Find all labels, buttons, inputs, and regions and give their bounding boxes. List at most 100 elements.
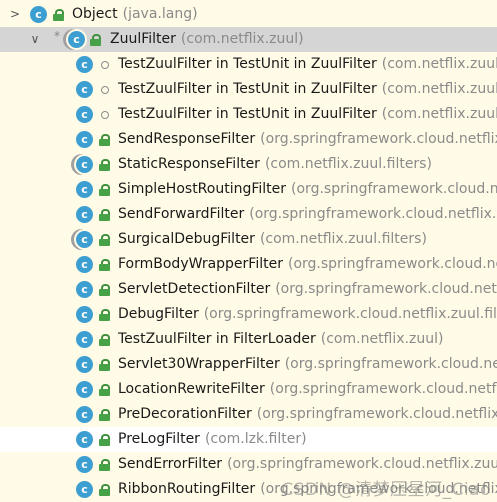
class-icon: c [76, 406, 93, 423]
package-name: (com.netflix.zuul) [320, 331, 444, 347]
class-icon: c [76, 106, 93, 123]
class-icon: c [76, 456, 93, 473]
package-name: (org.springframework.cloud.netflix.zuul.… [249, 206, 497, 222]
package-private-icon [101, 111, 109, 119]
package-name: (java.lang) [122, 6, 198, 22]
package-name: (com.netflix.zuul.filters) [259, 231, 427, 247]
class-icon: c [76, 81, 93, 98]
tree-node-label: FormBodyWrapperFilter (org.springframewor… [118, 252, 497, 277]
tree-node-label: TestZuulFilter in TestUnit in ZuulFilter… [118, 77, 497, 102]
tree-row-subclass[interactable]: c TestZuulFilter in TestUnit in ZuulFilte… [0, 77, 497, 102]
public-lock-icon [99, 184, 110, 196]
package-private-icon [101, 86, 109, 94]
public-lock-icon [99, 384, 110, 396]
class-icon: c [76, 206, 93, 223]
package-name: (org.springframework.cloud.netflix.zuul.… [284, 356, 497, 372]
tree-node-label: PreDecorationFilter (org.springframework.… [118, 402, 497, 427]
public-lock-icon [99, 459, 110, 471]
public-lock-icon [99, 359, 110, 371]
tree-row-subclass[interactable]: c PreLogFilter (com.lzk.filter) [0, 427, 497, 452]
tree-row-subclass[interactable]: c TestZuulFilter in TestUnit in ZuulFilte… [0, 52, 497, 77]
watermark: CSDN @清梦压星河_Ciao [281, 480, 491, 500]
tree-node-label: SendForwardFilter (org.springframework.cl… [118, 202, 497, 227]
tree-node-label: SimpleHostRoutingFilter (org.springframew… [118, 177, 497, 202]
tree-node-label: DebugFilter (org.springframework.cloud.ne… [118, 302, 497, 327]
class-name: TestZuulFilter in FilterLoader [118, 331, 316, 347]
public-lock-icon [99, 484, 110, 496]
tree-node-label: SendResponseFilter (org.springframework.c… [118, 127, 497, 152]
tree-node-label: StaticResponseFilter (com.netflix.zuul.fi… [118, 152, 432, 177]
tree-row-subclass[interactable]: c TestZuulFilter in FilterLoader (com.netf… [0, 327, 497, 352]
tree-node-label: TestZuulFilter in TestUnit in ZuulFilter… [118, 52, 497, 77]
public-lock-icon [99, 334, 110, 346]
class-icon: c [76, 231, 93, 248]
class-name: TestZuulFilter in TestUnit in ZuulFilter [118, 81, 377, 97]
tree-node-label: ZuulFilter (com.netflix.zuul) [110, 27, 304, 52]
chevron-down-icon[interactable]: ∨ [28, 27, 42, 52]
class-icon: c [76, 381, 93, 398]
tree-row-root[interactable]: > c Object (java.lang) [0, 2, 497, 27]
class-hierarchy-tree: { "root": {"name": "Object", "package": … [0, 0, 497, 502]
public-lock-icon [99, 284, 110, 296]
class-name: SimpleHostRoutingFilter [118, 181, 287, 197]
package-name: (org.springframework.cloud.netflix.zuul.… [256, 406, 497, 422]
star-icon: * [54, 29, 60, 43]
class-icon: c [30, 6, 47, 23]
tree-row-subclass[interactable]: c PreDecorationFilter (org.springframework… [0, 402, 497, 427]
tree-row-subclass[interactable]: c StaticResponseFilter (com.netflix.zuul.f… [0, 152, 497, 177]
package-name: (org.springframework.cloud.netflix.zuul.… [203, 306, 497, 322]
public-lock-icon [99, 409, 110, 421]
public-lock-icon [99, 259, 110, 271]
class-name: SurgicalDebugFilter [118, 231, 255, 247]
public-lock-icon [53, 9, 64, 21]
tree-row-subclass[interactable]: c DebugFilter (org.springframework.cloud.n… [0, 302, 497, 327]
tree-node-label: TestZuulFilter in TestUnit in ZuulFilter… [118, 102, 497, 127]
class-name: ZuulFilter [110, 31, 176, 47]
public-lock-icon [99, 434, 110, 446]
tree-row-subclass[interactable]: c SendResponseFilter (org.springframework.… [0, 127, 497, 152]
package-name: (org.springframework.cloud.netflix.zuul.… [275, 281, 497, 297]
tree-row-subclass[interactable]: c ServletDetectionFilter (org.springframew… [0, 277, 497, 302]
class-name: DebugFilter [118, 306, 199, 322]
public-lock-icon [99, 159, 110, 171]
tree-node-label: Object (java.lang) [72, 2, 198, 27]
class-icon: c [76, 331, 93, 348]
public-lock-icon [99, 234, 110, 246]
public-lock-icon [90, 34, 101, 46]
class-name: PreDecorationFilter [118, 406, 252, 422]
class-icon: c [76, 131, 93, 148]
class-name: ServletDetectionFilter [118, 281, 271, 297]
tree-row-subclass[interactable]: c Servlet30WrapperFilter (org.springframew… [0, 352, 497, 377]
class-icon: c [76, 306, 93, 323]
tree-row-subclass[interactable]: c FormBodyWrapperFilter (org.springframewo… [0, 252, 497, 277]
class-icon: c [76, 356, 93, 373]
tree-node-label: SurgicalDebugFilter (com.netflix.zuul.fil… [118, 227, 427, 252]
package-name: (com.netflix.zuul) [180, 31, 304, 47]
class-icon: c [76, 431, 93, 448]
class-name: PreLogFilter [118, 431, 200, 447]
public-lock-icon [99, 209, 110, 221]
tree-row-subclass[interactable]: c SurgicalDebugFilter (com.netflix.zuul.fi… [0, 227, 497, 252]
tree-row-subclass[interactable]: c LocationRewriteFilter (org.springframewo… [0, 377, 497, 402]
tree-row-subclass[interactable]: c SimpleHostRoutingFilter (org.springframe… [0, 177, 497, 202]
class-name: SendForwardFilter [118, 206, 245, 222]
tree-row-subclass[interactable]: c SendForwardFilter (org.springframework.c… [0, 202, 497, 227]
class-name: TestZuulFilter in TestUnit in ZuulFilter [118, 56, 377, 72]
tree-row-subclass[interactable]: c TestZuulFilter in TestUnit in ZuulFilte… [0, 102, 497, 127]
package-name: (org.springframework.cloud.netflix.zuul.… [260, 131, 497, 147]
chevron-right-icon[interactable]: > [8, 2, 22, 27]
tree-node-label: ServletDetectionFilter (org.springframewo… [118, 277, 497, 302]
class-icon: c [76, 256, 93, 273]
public-lock-icon [99, 134, 110, 146]
class-name: SendErrorFilter [118, 456, 223, 472]
package-name: (org.springframework.cloud.netflix.zuul.… [291, 181, 497, 197]
public-lock-icon [99, 309, 110, 321]
class-name: TestZuulFilter in TestUnit in ZuulFilter [118, 106, 377, 122]
package-name: (com.lzk.filter) [204, 431, 307, 447]
package-name: (org.springframework.cloud.netflix.zuul.… [287, 256, 497, 272]
tree-row-selected[interactable]: ∨ * c ZuulFilter (com.netflix.zuul) [0, 27, 497, 52]
class-icon: c [76, 181, 93, 198]
tree-row-subclass[interactable]: c SendErrorFilter (org.springframework.clo… [0, 452, 497, 477]
class-icon: c [76, 56, 93, 73]
class-icon: c [68, 31, 85, 48]
